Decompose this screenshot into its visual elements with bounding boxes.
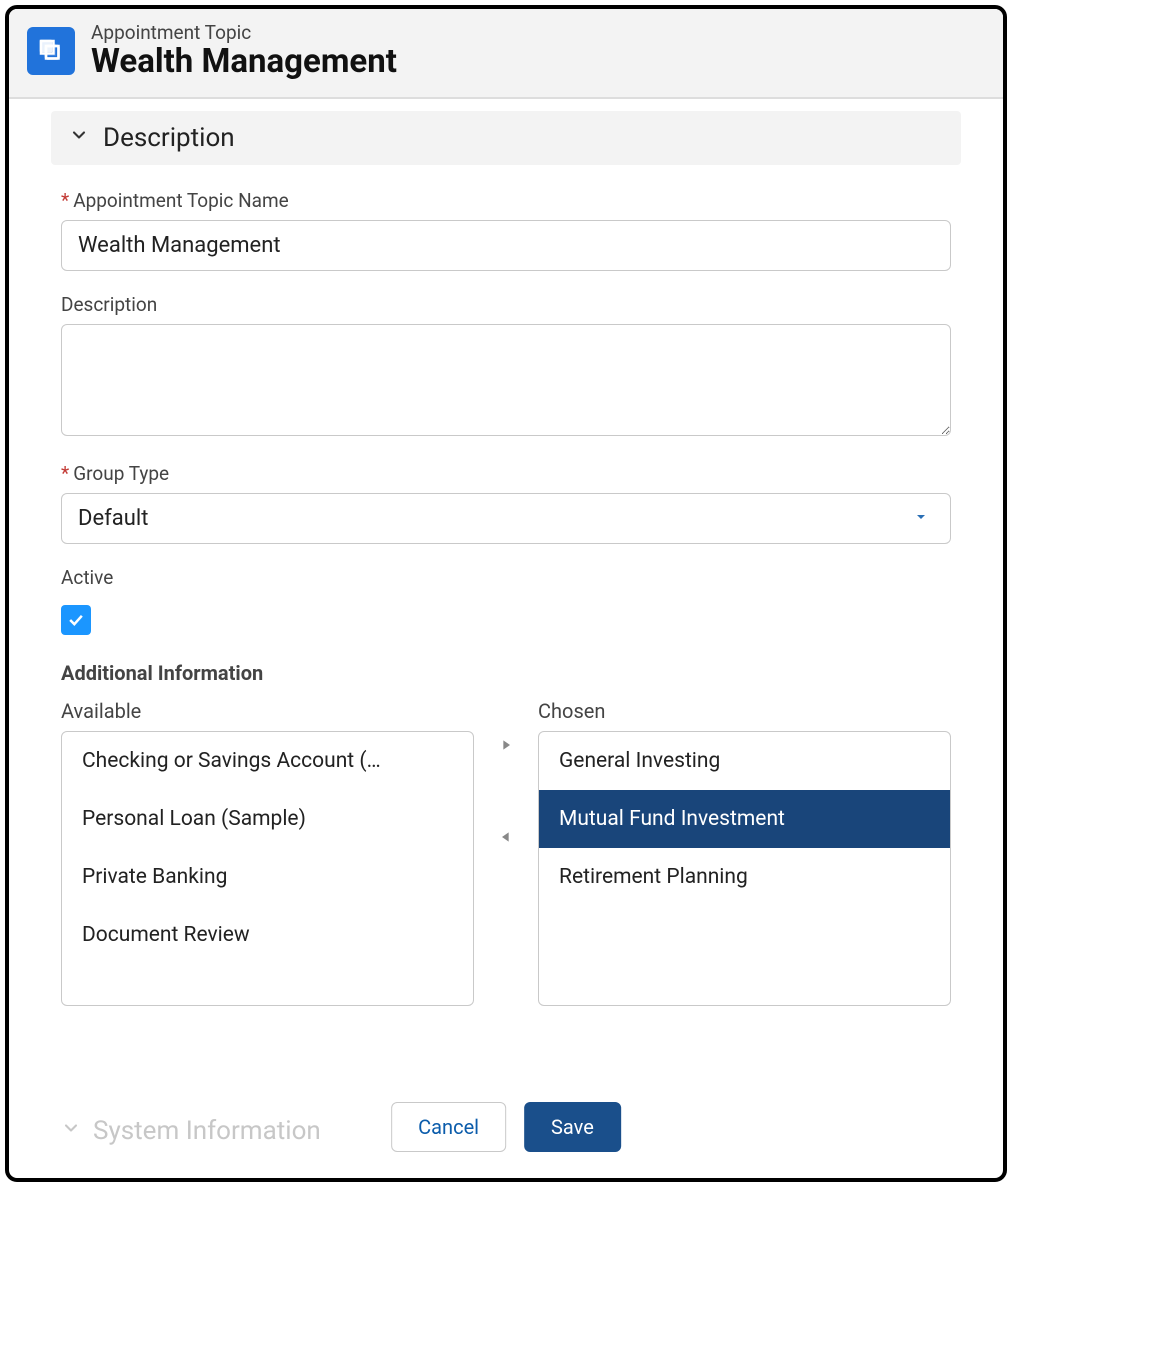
list-item[interactable]: Private Banking [62, 848, 473, 906]
required-indicator: * [61, 462, 69, 485]
move-left-button[interactable] [494, 825, 518, 849]
list-item[interactable]: Mutual Fund Investment [539, 790, 950, 848]
chevron-down-icon [69, 125, 89, 151]
move-right-button[interactable] [494, 733, 518, 757]
available-label: Available [61, 699, 474, 723]
page-header: Appointment Topic Wealth Management [9, 9, 1003, 99]
required-indicator: * [61, 189, 69, 212]
page-title: Wealth Management [91, 42, 397, 81]
list-item[interactable]: Checking or Savings Account (… [62, 732, 473, 790]
group-type-field-label: *Group Type [61, 462, 951, 485]
section-description-title: Description [103, 123, 235, 153]
save-button[interactable]: Save [524, 1102, 621, 1152]
additional-information-heading: Additional Information [61, 661, 951, 685]
chosen-label: Chosen [538, 699, 951, 723]
chevron-down-icon [61, 1118, 81, 1144]
name-field-label: *Appointment Topic Name [61, 189, 951, 212]
active-field-label: Active [61, 566, 951, 589]
active-checkbox[interactable] [61, 605, 91, 635]
cancel-button[interactable]: Cancel [391, 1102, 506, 1152]
available-listbox[interactable]: Checking or Savings Account (…Personal L… [61, 731, 474, 1006]
group-type-select[interactable]: Default [61, 493, 951, 544]
description-textarea[interactable] [61, 324, 951, 436]
description-field-label: Description [61, 293, 951, 316]
appointment-topic-icon [27, 27, 75, 75]
list-item[interactable]: General Investing [539, 732, 950, 790]
section-description-toggle[interactable]: Description [51, 111, 961, 165]
section-system-info-toggle[interactable]: System Information [61, 1116, 321, 1146]
list-item[interactable]: Personal Loan (Sample) [62, 790, 473, 848]
list-item[interactable]: Document Review [62, 906, 473, 964]
appointment-topic-name-input[interactable] [61, 220, 951, 271]
section-system-info-title: System Information [93, 1116, 321, 1146]
list-item[interactable]: Retirement Planning [539, 848, 950, 906]
chosen-listbox[interactable]: General InvestingMutual Fund InvestmentR… [538, 731, 951, 1006]
page-eyebrow: Appointment Topic [91, 21, 397, 44]
